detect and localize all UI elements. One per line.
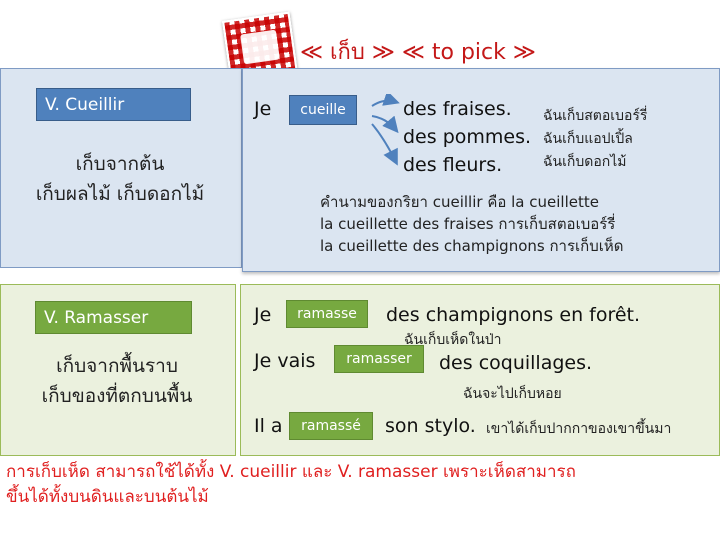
cueillir-subject: Je — [254, 98, 272, 120]
ramasser-ex3-rest: son stylo. — [385, 415, 476, 437]
ramasser-meaning-1: เก็บจากพื้นราบ — [56, 355, 178, 377]
chalkboard-logo-icon — [240, 29, 280, 65]
ramasser-ex2-verb: ramasser — [334, 345, 424, 373]
arrow-1 — [371, 94, 400, 107]
footer-line-2: ขึ้นได้ทั้งบนดินและบนต้นไม้ — [6, 487, 209, 507]
cueillir-translation-3: ฉันเก็บดอกไม้ — [543, 154, 627, 170]
ramasser-ex1-verb: ramasse — [286, 300, 368, 328]
ramasser-meaning-2: เก็บของที่ตกบนพื้น — [41, 385, 193, 407]
footer-line-1: การเก็บเห็ด สามารถใช้ได้ทั้ง V. cueillir… — [6, 462, 576, 482]
cueillir-meaning-2: เก็บผลไม้ เก็บดอกไม้ — [35, 183, 205, 205]
cueillir-translation-1: ฉันเก็บสตอเบอร์รี่ — [543, 108, 648, 124]
page-title: ≪ เก็บ ≫ ≪ to pick ≫ — [300, 40, 536, 65]
footer-note: การเก็บเห็ด สามารถใช้ได้ทั้ง V. cueillir… — [6, 460, 718, 510]
ramasser-ex2-translation: ฉันจะไปเก็บหอย — [463, 386, 562, 402]
ramasser-ex3-verb: ramassé — [289, 412, 373, 440]
ramasser-ex1-subject: Je — [254, 304, 272, 326]
ramasser-ex2-subject: Je vais — [254, 350, 316, 372]
cueillir-label: V. Cueillir — [36, 88, 191, 121]
cueillir-verb: cueille — [289, 95, 357, 125]
cueillir-object-3: des fleurs. — [403, 154, 503, 176]
cueillir-meaning-1: เก็บจากต้น — [75, 153, 165, 175]
cueillir-noun-line-3: la cueillette des champignons การเก็บเห็… — [320, 237, 624, 255]
ramasser-ex1-rest: des champignons en forêt. — [386, 304, 641, 326]
cueillir-object-2: des pommes. — [403, 126, 532, 148]
cueillir-noun-line-2: la cueillette des fraises การเก็บสตอเบอร… — [320, 215, 616, 233]
cueillir-object-1: des fraises. — [403, 98, 512, 120]
arrows — [371, 94, 400, 166]
cueillir-translation-2: ฉันเก็บแอปเปิ้ล — [543, 131, 633, 147]
ramasser-ex2-rest: des coquillages. — [439, 352, 593, 374]
ramasser-ex3-subject: Il a — [254, 415, 283, 437]
arrow-3 — [371, 123, 398, 166]
cueillir-noun-line-1: คำนามของกริยา cueillir คือ la cueillette — [320, 193, 599, 211]
ramasser-ex3-translation: เขาได้เก็บปากกาของเขาขึ้นมา — [486, 421, 672, 437]
ramasser-label: V. Ramasser — [35, 301, 192, 334]
